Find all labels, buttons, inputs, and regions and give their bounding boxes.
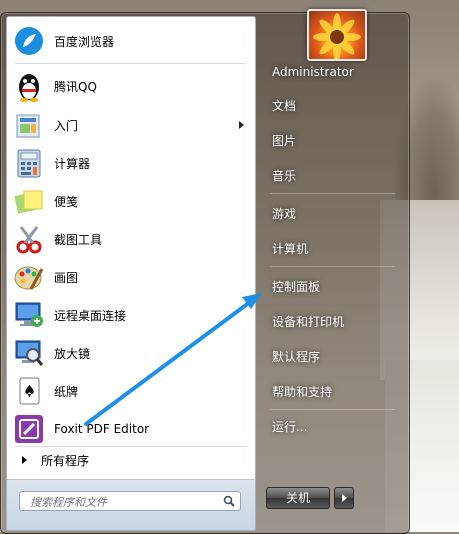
getting-started-icon (13, 109, 45, 141)
sticky-notes-icon (13, 185, 45, 217)
program-magnifier[interactable]: 放大镜 (10, 335, 252, 371)
default-programs-link[interactable]: 默认程序 (264, 343, 399, 371)
program-qq[interactable]: 腾讯QQ (10, 68, 252, 104)
program-label: 纸牌 (54, 384, 79, 399)
all-programs-label: 所有程序 (41, 453, 90, 468)
program-label: 截图工具 (54, 232, 103, 247)
user-folder-link[interactable]: Administrator (264, 58, 399, 86)
search-area (7, 479, 255, 530)
program-label: 放大镜 (54, 346, 91, 361)
program-label: Foxit PDF Editor (54, 422, 150, 436)
program-label: 腾讯QQ (54, 79, 97, 94)
run-link[interactable]: 运行... (264, 413, 399, 441)
all-programs-button[interactable]: 所有程序 (10, 449, 252, 471)
programs-pane: 百度浏览器 腾讯QQ 入门 计算器 便笺 截图工具 画图 远程桌面连接 放大镜 … (6, 16, 256, 531)
expand-arrow-icon (22, 456, 27, 464)
program-calculator[interactable]: 计算器 (10, 145, 252, 181)
separator (270, 193, 395, 194)
control-panel-link[interactable]: 控制面板 (264, 273, 399, 301)
program-baidu-browser[interactable]: 百度浏览器 (10, 23, 252, 59)
calculator-icon (13, 147, 45, 179)
program-paint[interactable]: 画图 (10, 259, 252, 295)
search-icon[interactable] (223, 495, 235, 507)
search-box[interactable] (19, 491, 241, 511)
devices-printers-link[interactable]: 设备和打印机 (264, 308, 399, 336)
program-remote-desktop[interactable]: 远程桌面连接 (10, 297, 252, 333)
snipping-tool-icon (13, 223, 45, 255)
separator (15, 446, 247, 447)
shutdown-options-button[interactable] (334, 487, 354, 509)
separator (270, 266, 395, 267)
program-snipping-tool[interactable]: 截图工具 (10, 221, 252, 257)
program-solitaire[interactable]: 纸牌 (10, 373, 252, 409)
games-link[interactable]: 游戏 (264, 200, 399, 228)
flower-icon (313, 13, 361, 59)
solitaire-icon (13, 375, 45, 407)
separator (270, 409, 395, 410)
search-input[interactable] (28, 493, 222, 511)
program-label: 远程桌面连接 (54, 308, 127, 323)
paint-icon (13, 261, 45, 293)
magnifier-icon (13, 337, 45, 369)
program-sticky-notes[interactable]: 便笺 (10, 183, 252, 219)
shutdown-button[interactable]: 关机 (266, 487, 330, 509)
separator (15, 63, 247, 64)
chevron-right-icon (342, 494, 347, 502)
program-getting-started[interactable]: 入门 (10, 107, 252, 143)
documents-link[interactable]: 文档 (264, 92, 399, 120)
computer-link[interactable]: 计算机 (264, 235, 399, 263)
baidu-browser-icon (13, 25, 45, 57)
pictures-link[interactable]: 图片 (264, 127, 399, 155)
program-label: 便笺 (54, 194, 79, 209)
program-foxit-pdf-editor[interactable]: Foxit PDF Editor (10, 411, 252, 447)
program-label: 百度浏览器 (54, 34, 115, 49)
help-support-link[interactable]: 帮助和支持 (264, 378, 399, 406)
music-link[interactable]: 音乐 (264, 162, 399, 190)
program-label: 入门 (54, 118, 79, 133)
remote-desktop-icon (13, 299, 45, 331)
foxit-pdf-icon (13, 413, 45, 445)
program-label: 画图 (54, 270, 79, 285)
submenu-arrow-icon (239, 121, 244, 129)
user-avatar[interactable] (307, 9, 367, 61)
qq-penguin-icon (13, 70, 45, 102)
program-label: 计算器 (54, 156, 91, 171)
